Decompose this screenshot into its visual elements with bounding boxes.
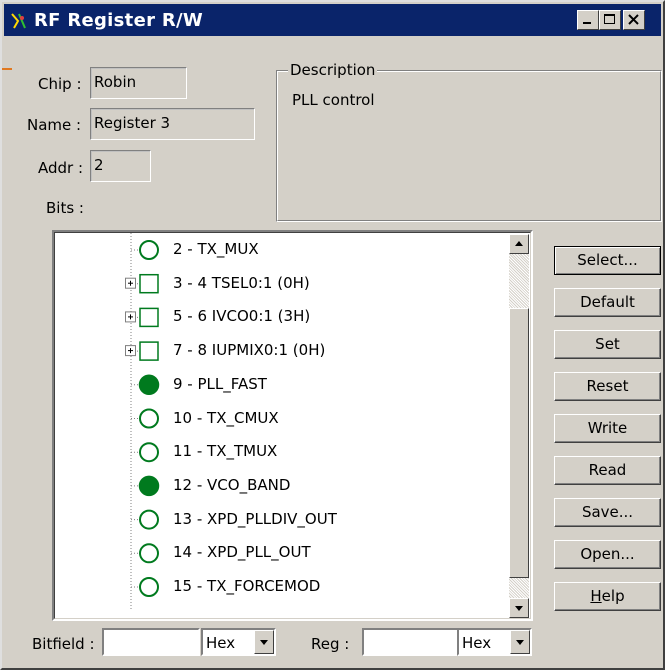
tree-item-label: 9 - PLL_FAST xyxy=(173,374,267,393)
chip-label: Chip : xyxy=(38,75,82,93)
default-button[interactable]: Default xyxy=(554,288,661,317)
tree-item[interactable]: 5 - 6 IVCO0:1 (3H) xyxy=(55,303,510,333)
addr-label: Addr : xyxy=(38,159,84,177)
chip-field: Robin xyxy=(90,67,187,99)
tree-item-label: 5 - 6 IVCO0:1 (3H) xyxy=(173,307,311,326)
tree-item-label: 11 - TX_TMUX xyxy=(173,442,278,461)
bitfield-format-select[interactable]: Hex xyxy=(201,628,276,656)
write-button[interactable]: Write xyxy=(554,414,661,443)
rf-register-window: RF Register R/W Chip : Robin Name : Regi… xyxy=(0,0,665,670)
reg-format-value: Hex xyxy=(462,634,492,652)
tree-item[interactable]: 13 - XPD_PLLDIV_OUT xyxy=(55,506,510,536)
tree-item-label: 7 - 8 IUPMIX0:1 (0H) xyxy=(173,341,326,360)
reg-label: Reg : xyxy=(311,635,350,653)
reg-input[interactable] xyxy=(362,628,459,656)
reg-format-select[interactable]: Hex xyxy=(457,628,532,656)
tree-item[interactable]: 11 - TX_TMUX xyxy=(55,438,510,468)
chevron-down-icon xyxy=(260,640,268,645)
maximize-button[interactable] xyxy=(599,10,621,30)
addr-field: 2 xyxy=(90,150,151,182)
tree-item-label: 12 - VCO_BAND xyxy=(173,475,291,494)
tree-item-label: 2 - TX_MUX xyxy=(173,240,259,258)
help-button[interactable]: Help xyxy=(554,582,661,611)
read-button[interactable]: Read xyxy=(554,456,661,485)
title-bar[interactable]: RF Register R/W xyxy=(4,4,661,36)
name-label: Name : xyxy=(27,116,82,134)
tree-item-label: 14 - XPD_PLL_OUT xyxy=(173,543,311,562)
tree-item-label: 15 - TX_FORCEMOD xyxy=(173,577,321,595)
tree-item-label: 13 - XPD_PLLDIV_OUT xyxy=(173,509,337,528)
reg-format-dropdown-button[interactable] xyxy=(510,630,530,654)
bits-tree[interactable]: 2 - TX_MUX 3 - 4 TSEL0:1 (0H) 5 - 6 IVCO0:… xyxy=(52,230,533,621)
tree-item[interactable]: 12 - VCO_BAND xyxy=(55,472,510,502)
tree-scrollbar[interactable] xyxy=(509,234,529,618)
close-button[interactable] xyxy=(623,10,645,30)
scroll-up-button[interactable] xyxy=(509,234,529,254)
scroll-thumb[interactable] xyxy=(509,308,529,578)
tree-item[interactable]: 3 - 4 TSEL0:1 (0H) xyxy=(55,270,510,300)
tree-item[interactable]: 14 - XPD_PLL_OUT xyxy=(55,539,510,569)
down-arrow-icon xyxy=(515,606,523,611)
bitfield-format-dropdown-button[interactable] xyxy=(254,630,274,654)
bitfield-format-value: Hex xyxy=(206,634,236,652)
reset-button[interactable]: Reset xyxy=(554,372,661,401)
scroll-down-button[interactable] xyxy=(509,598,529,618)
help-label-rest: elp xyxy=(601,587,625,605)
description-text: PLL control xyxy=(292,91,375,109)
edge-marker-icon xyxy=(2,68,12,70)
bitfield-input[interactable] xyxy=(102,628,200,656)
bits-label: Bits : xyxy=(46,199,84,217)
description-legend: Description xyxy=(288,61,378,79)
up-arrow-icon xyxy=(515,241,523,246)
close-icon xyxy=(628,14,639,25)
set-button[interactable]: Set xyxy=(554,330,661,359)
tree-item[interactable]: 10 - TX_CMUX xyxy=(55,405,510,435)
minimize-icon xyxy=(583,22,591,24)
save-button[interactable]: Save... xyxy=(554,498,661,527)
tree-item-label: 10 - TX_CMUX xyxy=(173,408,279,427)
open-button[interactable]: Open... xyxy=(554,540,661,569)
bitfield-label: Bitfield : xyxy=(32,635,95,653)
app-icon xyxy=(11,13,26,29)
select-button[interactable]: Select... xyxy=(554,246,661,275)
maximize-icon xyxy=(604,14,615,24)
help-mnemonic: H xyxy=(590,587,602,605)
name-field: Register 3 xyxy=(90,108,255,140)
tree-item[interactable]: 15 - TX_FORCEMOD xyxy=(55,573,510,603)
tree-item-label: 3 - 4 TSEL0:1 (0H) xyxy=(173,273,310,292)
chevron-down-icon xyxy=(516,640,524,645)
tree-item[interactable]: 9 - PLL_FAST xyxy=(55,371,510,401)
minimize-button[interactable] xyxy=(577,10,599,30)
tree-item[interactable]: 7 - 8 IUPMIX0:1 (0H) xyxy=(55,337,510,367)
tree-item[interactable]: 2 - TX_MUX xyxy=(55,236,510,266)
window-title: RF Register R/W xyxy=(34,10,204,31)
